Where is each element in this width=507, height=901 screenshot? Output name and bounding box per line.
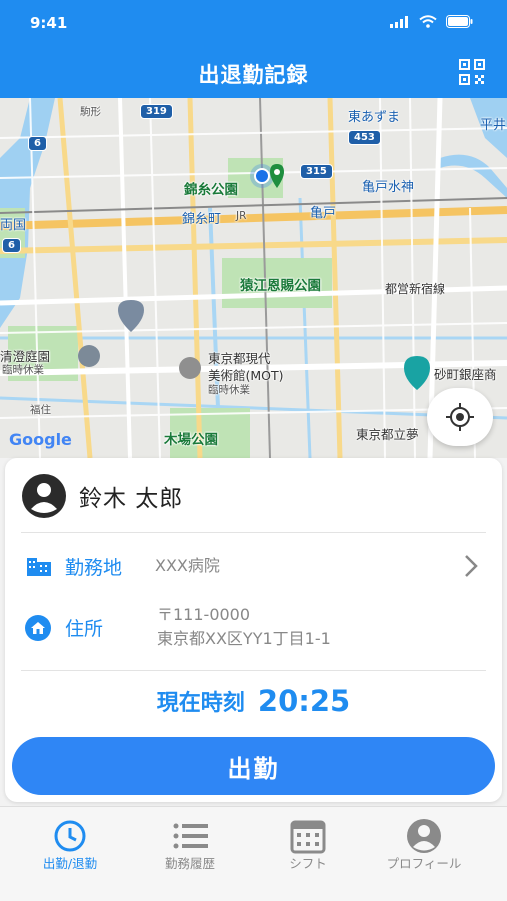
- map-label-hirai: 平井: [480, 118, 507, 133]
- tab-attendance[interactable]: 出勤/退勤: [10, 807, 130, 887]
- user-name: 鈴木 太郎: [79, 486, 184, 512]
- map-view[interactable]: 319 315 453 6 6 駒形 東あずま 平井 錦糸公園 錦糸町 JR 亀…: [0, 98, 507, 458]
- tab-history[interactable]: 勤務履歴: [130, 807, 250, 887]
- user-row: 鈴木 太郎: [21, 474, 183, 518]
- tab-label: 出勤/退勤: [42, 856, 98, 871]
- map-label-kameido-suijin: 亀戸水神: [362, 180, 415, 195]
- map-label-kiba-park: 木場公園: [164, 432, 218, 448]
- road-badge-6a: 6: [28, 136, 47, 151]
- address-postal: 〒111-0000: [157, 605, 251, 624]
- address-label: 住所: [65, 618, 104, 640]
- map-label-shinjuku-line: 都営新宿線: [385, 282, 446, 296]
- current-time-value: 20:25: [257, 684, 351, 718]
- map-label-kinshi-park: 錦糸公園: [184, 182, 238, 198]
- status-time: 9:41: [30, 14, 68, 32]
- profile-icon: [407, 819, 441, 853]
- qr-code-icon[interactable]: [459, 59, 485, 85]
- current-time-row: 現在時刻 20:25: [5, 684, 502, 718]
- home-icon: [25, 615, 51, 641]
- workplace-label: 勤務地: [65, 557, 123, 579]
- building-icon: [27, 558, 51, 576]
- address-line: 東京都XX区YY1丁目1-1: [157, 629, 331, 648]
- tab-shift[interactable]: シフト: [248, 807, 368, 887]
- tab-bar: 出勤/退勤 勤務履歴 シフト プロフィール: [0, 806, 507, 901]
- status-bar: 9:41: [0, 0, 507, 46]
- workplace-value: XXX病院: [155, 556, 220, 575]
- road-badge-6b: 6: [2, 238, 21, 253]
- map-label-mot-closed: 臨時休業: [208, 384, 250, 396]
- status-icons: [390, 15, 473, 28]
- signal-icon: [390, 15, 408, 28]
- locate-me-button[interactable]: [427, 388, 493, 446]
- map-label-kiyosumi-closed: 臨時休業: [2, 364, 44, 376]
- check-in-button[interactable]: 出勤: [12, 737, 495, 795]
- map-label-fukuzumi: 福住: [30, 404, 51, 416]
- map-label-kameido: 亀戸: [310, 206, 337, 221]
- calendar-icon: [290, 820, 326, 854]
- map-label-azuma: 東あずま: [348, 110, 401, 125]
- battery-icon: [446, 15, 473, 28]
- divider: [21, 670, 486, 671]
- tab-label: シフト: [289, 856, 327, 871]
- page-title: 出退勤記録: [198, 63, 309, 87]
- map-label-sarue-park: 猿江恩賜公園: [240, 278, 321, 294]
- road-badge-315: 315: [300, 164, 333, 179]
- attendance-card: 鈴木 太郎 勤務地 XXX病院 住所 〒111-0000 東京都XX区YY1丁目…: [5, 458, 502, 802]
- crosshair-icon: [446, 403, 474, 431]
- current-time-label: 現在時刻: [156, 691, 245, 716]
- road-badge-453: 453: [348, 130, 381, 145]
- divider: [21, 532, 486, 533]
- map-label-sunamachi: 砂町銀座商: [434, 367, 497, 382]
- tab-label: 勤務履歴: [164, 856, 215, 871]
- map-label-jr: JR: [236, 210, 247, 222]
- wifi-icon: [419, 15, 437, 28]
- map-label-tokyo-toritsu: 東京都立夢: [356, 427, 419, 442]
- tab-profile[interactable]: プロフィール: [364, 807, 484, 887]
- road-badge-319: 319: [140, 104, 173, 119]
- clock-icon: [54, 820, 86, 852]
- map-label-ryogoku: 両国: [0, 218, 27, 233]
- tab-label: プロフィール: [386, 856, 462, 871]
- map-label-koma: 駒形: [80, 106, 101, 118]
- app-header: 出退勤記録: [0, 46, 507, 98]
- list-icon: [173, 823, 208, 849]
- map-label-kinshicho: 錦糸町: [182, 212, 222, 227]
- user-avatar-icon: [22, 474, 66, 518]
- chevron-right-icon[interactable]: [464, 554, 478, 578]
- google-attribution: Google: [9, 430, 72, 449]
